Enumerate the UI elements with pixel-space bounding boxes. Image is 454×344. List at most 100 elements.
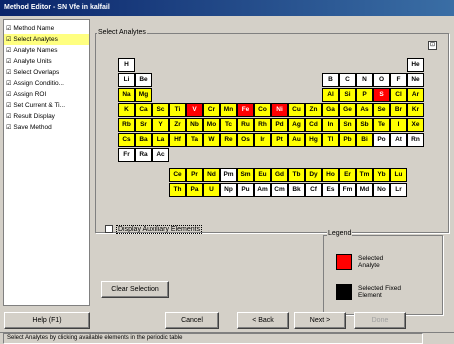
element-os[interactable]: Os (237, 133, 254, 147)
element-al[interactable]: Al (322, 88, 339, 102)
element-as[interactable]: As (356, 103, 373, 117)
element-cu[interactable]: Cu (288, 103, 305, 117)
help-button[interactable]: Help (F1) (4, 312, 90, 329)
element-sm[interactable]: Sm (237, 168, 254, 182)
wizard-step-select-analytes[interactable]: ☑ Select Analytes (4, 34, 89, 45)
element-re[interactable]: Re (220, 133, 237, 147)
element-sc[interactable]: Sc (152, 103, 169, 117)
element-la[interactable]: La (152, 133, 169, 147)
element-ga[interactable]: Ga (322, 103, 339, 117)
element-er[interactable]: Er (339, 168, 356, 182)
element-ce[interactable]: Ce (169, 168, 186, 182)
element-s[interactable]: S (373, 88, 390, 102)
element-tm[interactable]: Tm (356, 168, 373, 182)
element-yb[interactable]: Yb (373, 168, 390, 182)
element-th[interactable]: Th (169, 183, 186, 197)
element-tl[interactable]: Tl (322, 133, 339, 147)
element-ag[interactable]: Ag (288, 118, 305, 132)
element-te[interactable]: Te (373, 118, 390, 132)
element-si[interactable]: Si (339, 88, 356, 102)
wizard-step-analyte-names[interactable]: ☑ Analyte Names (4, 45, 89, 56)
next-button[interactable]: Next > (294, 312, 346, 329)
element-bi[interactable]: Bi (356, 133, 373, 147)
element-y[interactable]: Y (152, 118, 169, 132)
element-ho[interactable]: Ho (322, 168, 339, 182)
element-pd[interactable]: Pd (271, 118, 288, 132)
element-p[interactable]: P (356, 88, 373, 102)
element-zn[interactable]: Zn (305, 103, 322, 117)
element-se[interactable]: Se (373, 103, 390, 117)
main-panel: H He Li Be B C N O F Ne Na Mg Al Si P S Cl Ar K Ca Sc Ti V Cr Mn… (93, 19, 451, 315)
wizard-steps-list: ☑ Method Name ☑ Select Analytes ☑ Analyte Nam… (3, 19, 90, 306)
element-na[interactable]: Na (118, 88, 135, 102)
element-zr[interactable]: Zr (169, 118, 186, 132)
element-ge[interactable]: Ge (339, 103, 356, 117)
done-button[interactable]: Done (354, 312, 406, 329)
element-mo[interactable]: Mo (203, 118, 220, 132)
element-ca[interactable]: Ca (135, 103, 152, 117)
clear-selection-button[interactable]: Clear Selection (101, 281, 169, 298)
element-ti[interactable]: Ti (169, 103, 186, 117)
wizard-step-select-overlaps[interactable]: ☑ Select Overlaps (4, 67, 89, 78)
element-hf[interactable]: Hf (169, 133, 186, 147)
wizard-step-analyte-units[interactable]: ☑ Analyte Units (4, 56, 89, 67)
element-in[interactable]: In (322, 118, 339, 132)
element-mg[interactable]: Mg (135, 88, 152, 102)
element-au[interactable]: Au (288, 133, 305, 147)
element-tc[interactable]: Tc (220, 118, 237, 132)
element-sn[interactable]: Sn (339, 118, 356, 132)
wizard-step-method-name[interactable]: ☑ Method Name (4, 23, 89, 34)
element-mn[interactable]: Mn (220, 103, 237, 117)
element-fe[interactable]: Fe (237, 103, 254, 117)
wizard-step-label: Set Current & Ti... (13, 102, 66, 109)
element-v[interactable]: V (186, 103, 203, 117)
element-rh[interactable]: Rh (254, 118, 271, 132)
wizard-step-result-display[interactable]: ☑ Result Display (4, 111, 89, 122)
element-xe[interactable]: Xe (407, 118, 424, 132)
wizard-step-assign-roi[interactable]: ☑ Assign ROI (4, 89, 89, 100)
element-hg[interactable]: Hg (305, 133, 322, 147)
element-pt[interactable]: Pt (271, 133, 288, 147)
element-ru[interactable]: Ru (237, 118, 254, 132)
element-k[interactable]: K (118, 103, 135, 117)
element-n: N (356, 73, 373, 87)
element-cr[interactable]: Cr (203, 103, 220, 117)
cancel-button[interactable]: Cancel (165, 312, 219, 329)
element-pr[interactable]: Pr (186, 168, 203, 182)
element-u[interactable]: U (203, 183, 220, 197)
element-i[interactable]: I (390, 118, 407, 132)
element-co[interactable]: Co (254, 103, 271, 117)
checkbox-box[interactable] (105, 225, 113, 233)
element-cs[interactable]: Cs (118, 133, 135, 147)
element-rb[interactable]: Rb (118, 118, 135, 132)
element-dy[interactable]: Dy (305, 168, 322, 182)
element-pu: Pu (237, 183, 254, 197)
wizard-step-save-method[interactable]: ☑ Save Method (4, 122, 89, 133)
element-br[interactable]: Br (390, 103, 407, 117)
element-pa[interactable]: Pa (186, 183, 203, 197)
element-lu[interactable]: Lu (390, 168, 407, 182)
aux-elements-checkbox[interactable]: Display Auxiliary Elements (105, 224, 203, 234)
element-w[interactable]: W (203, 133, 220, 147)
element-ta[interactable]: Ta (186, 133, 203, 147)
wizard-step-set-current-ti[interactable]: ☑ Set Current & Ti... (4, 100, 89, 111)
element-ir[interactable]: Ir (254, 133, 271, 147)
element-ni[interactable]: Ni (271, 103, 288, 117)
wizard-step-assign-conditio[interactable]: ☑ Assign Conditio... (4, 78, 89, 89)
element-sr[interactable]: Sr (135, 118, 152, 132)
element-sb[interactable]: Sb (356, 118, 373, 132)
collapse-icon[interactable]: ⊡ (428, 41, 437, 50)
element-tb[interactable]: Tb (288, 168, 305, 182)
element-ar[interactable]: Ar (407, 88, 424, 102)
back-button[interactable]: < Back (237, 312, 289, 329)
element-gd[interactable]: Gd (271, 168, 288, 182)
element-cl[interactable]: Cl (390, 88, 407, 102)
element-kr[interactable]: Kr (407, 103, 424, 117)
element-cd[interactable]: Cd (305, 118, 322, 132)
wizard-step-label: Assign ROI (13, 91, 47, 98)
element-eu[interactable]: Eu (254, 168, 271, 182)
element-ba[interactable]: Ba (135, 133, 152, 147)
element-nb[interactable]: Nb (186, 118, 203, 132)
element-nd[interactable]: Nd (203, 168, 220, 182)
element-pb[interactable]: Pb (339, 133, 356, 147)
